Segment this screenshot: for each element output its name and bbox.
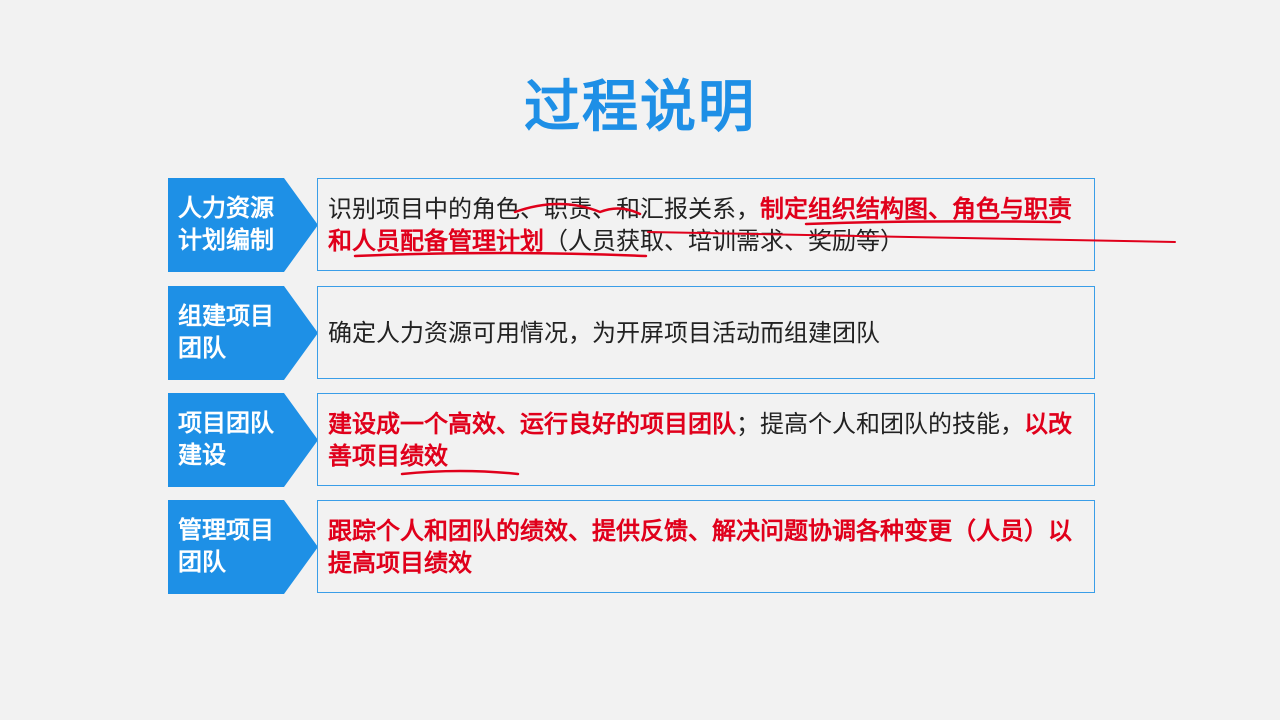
process-description: 跟踪个人和团队的绩效、提供反馈、解决问题协调各种变更（人员）以提高项目绩效 bbox=[317, 500, 1095, 593]
process-row-manage-team: 管理项目 团队 跟踪个人和团队的绩效、提供反馈、解决问题协调各种变更（人员）以提… bbox=[168, 500, 1096, 594]
process-label: 管理项目 团队 bbox=[168, 500, 318, 594]
process-description: 建设成一个高效、运行良好的项目团队；提高个人和团队的技能，以改善项目绩效 bbox=[317, 393, 1095, 486]
description-highlight: 建设成一个高效、运行良好的项目团队 bbox=[328, 409, 736, 438]
process-row-acquire-team: 组建项目 团队 确定人力资源可用情况，为开屏项目活动而组建团队 bbox=[168, 286, 1096, 380]
process-label: 人力资源 计划编制 bbox=[168, 178, 318, 272]
process-label: 项目团队 建设 bbox=[168, 393, 318, 487]
description-highlight: 跟踪个人和团队的绩效、提供反馈、解决问题协调各种变更（人员）以提高项目绩效 bbox=[328, 516, 1072, 577]
page-title: 过程说明 bbox=[524, 75, 756, 140]
description-text: （人员获取、培训需求、奖励等） bbox=[544, 226, 904, 255]
process-description: 识别项目中的角色、职责、和汇报关系，制定组织结构图、角色与职责和人员配备管理计划… bbox=[317, 178, 1095, 271]
description-text: 确定人力资源可用情况，为开屏项目活动而组建团队 bbox=[328, 318, 880, 347]
process-description: 确定人力资源可用情况，为开屏项目活动而组建团队 bbox=[317, 286, 1095, 379]
process-label: 组建项目 团队 bbox=[168, 286, 318, 380]
description-text: ；提高个人和团队的技能， bbox=[736, 409, 1024, 438]
description-text: 识别项目中的角色、职责、和汇报关系， bbox=[328, 194, 760, 223]
process-row-develop-team: 项目团队 建设 建设成一个高效、运行良好的项目团队；提高个人和团队的技能，以改善… bbox=[168, 393, 1096, 487]
process-row-hr-planning: 人力资源 计划编制 识别项目中的角色、职责、和汇报关系，制定组织结构图、角色与职… bbox=[168, 178, 1096, 272]
